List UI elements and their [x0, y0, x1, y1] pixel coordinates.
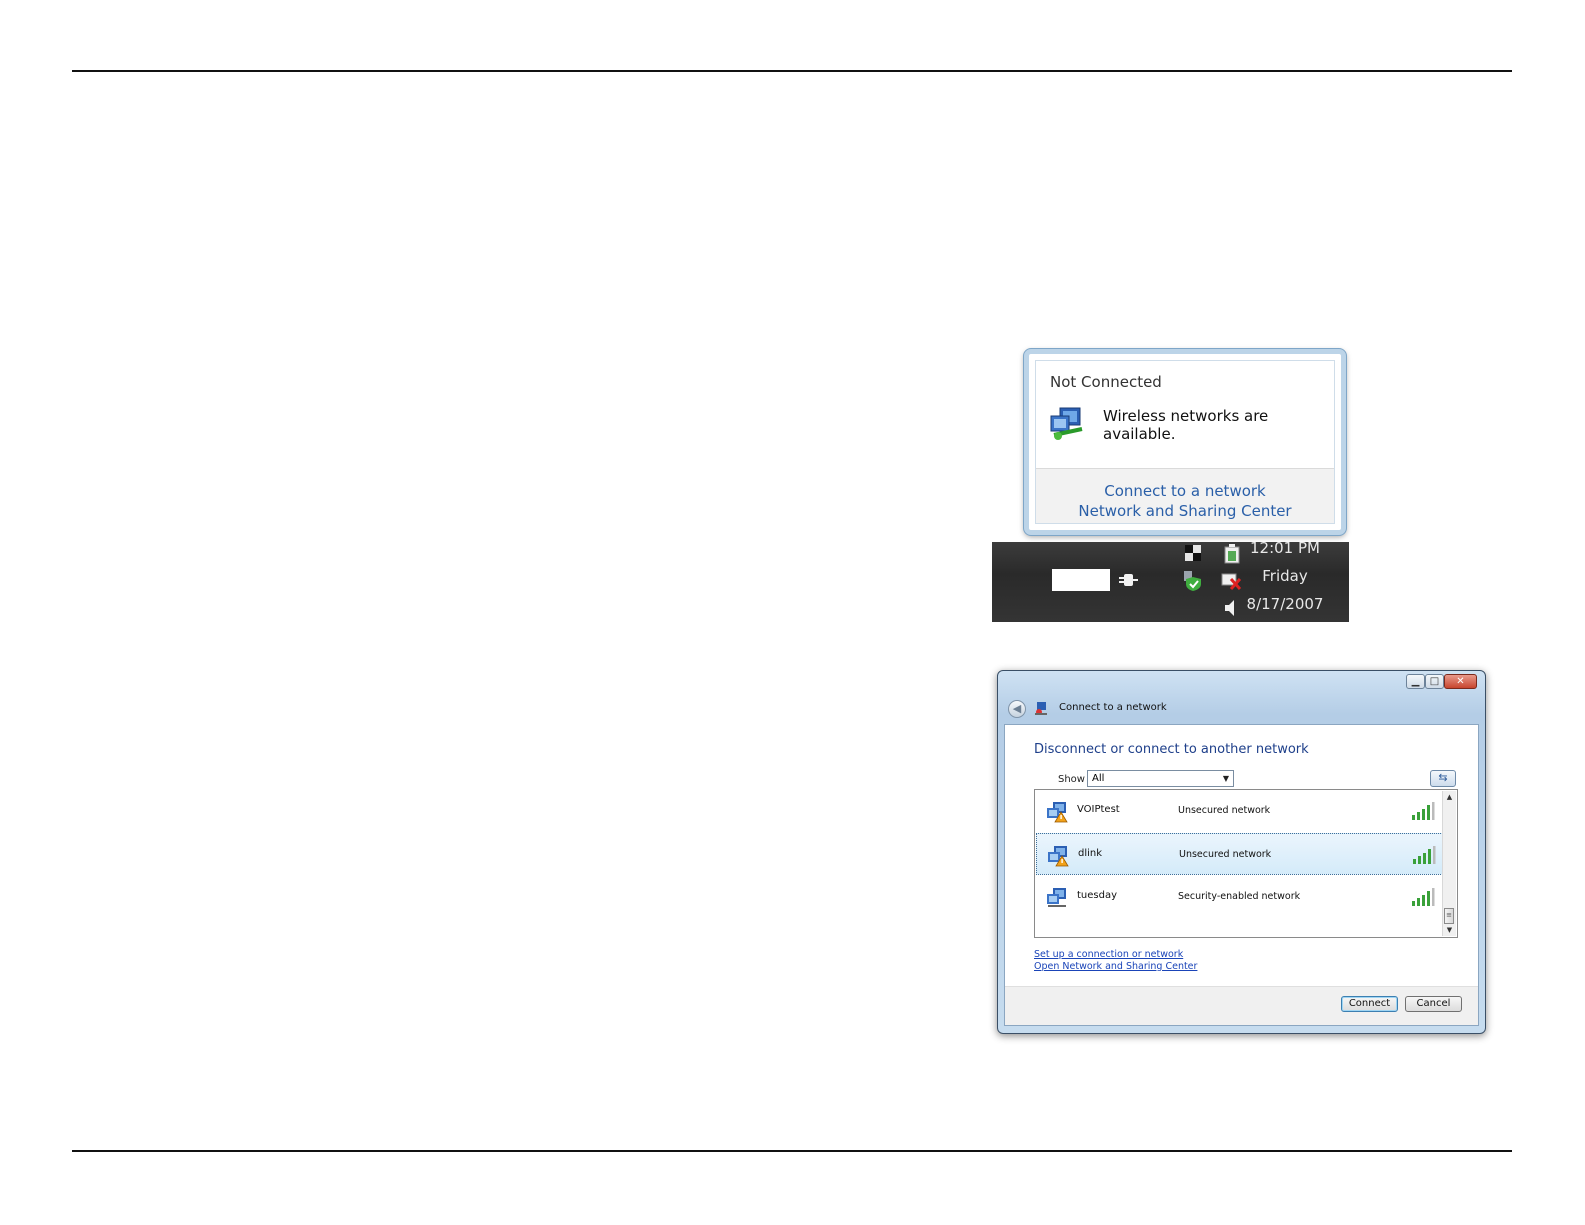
window-title: Connect to a network — [1059, 702, 1167, 713]
network-row-dlink[interactable]: dlink Unsecured network — [1036, 833, 1443, 875]
connect-to-network-link[interactable]: Connect to a network — [1036, 481, 1334, 501]
network-name: dlink — [1078, 848, 1103, 859]
network-row-voiptest[interactable]: VOIPtest Unsecured network — [1036, 790, 1443, 832]
network-notification-balloon: Not Connected Wireless networks are avai… — [1024, 349, 1346, 535]
unsecured-network-icon — [1047, 802, 1068, 823]
cancel-button[interactable]: Cancel — [1405, 996, 1462, 1012]
network-row-tuesday[interactable]: tuesday Security-enabled network — [1036, 876, 1443, 918]
network-list: VOIPtest Unsecured network dlink Unsecur… — [1034, 789, 1458, 938]
connect-to-network-window: ▁ □ ✕ ◀ Connect to a network Disconnect … — [997, 670, 1486, 1034]
connect-button[interactable]: Connect — [1341, 996, 1398, 1012]
taskbar-tray: 12:01 PM Friday 8/17/2007 — [992, 539, 1349, 622]
close-button[interactable]: ✕ — [1444, 674, 1477, 689]
top-rule — [72, 70, 1512, 72]
secured-network-icon — [1047, 888, 1066, 907]
back-arrow-icon[interactable]: ◀ — [1008, 700, 1026, 718]
network-sharing-center-link[interactable]: Network and Sharing Center — [1036, 501, 1334, 521]
power-plug-icon[interactable] — [1117, 569, 1139, 591]
security-shield-icon[interactable] — [1182, 570, 1204, 592]
network-security: Security-enabled network — [1178, 891, 1301, 902]
connect-network-icon — [1035, 702, 1047, 715]
network-name: VOIPtest — [1077, 804, 1120, 815]
tray-date[interactable]: 8/17/2007 — [1230, 595, 1340, 613]
balloon-content: Not Connected Wireless networks are avai… — [1035, 360, 1335, 524]
balloon-message: Wireless networks are available. — [1103, 407, 1269, 443]
unsecured-network-icon — [1048, 846, 1069, 867]
signal-strength-icon — [1412, 888, 1435, 906]
open-sharing-center-link[interactable]: Open Network and Sharing Center — [1034, 961, 1197, 972]
taskbar-hidden-region — [1052, 569, 1110, 591]
window-body: Disconnect or connect to another network… — [1004, 724, 1479, 1026]
network-list-scrollbar[interactable]: ▲ ≡ ▼ — [1442, 791, 1456, 936]
signal-strength-icon — [1412, 802, 1435, 820]
scroll-down-icon[interactable]: ▼ — [1443, 924, 1456, 936]
network-icon[interactable] — [1182, 542, 1204, 564]
minimize-button[interactable]: ▁ — [1406, 674, 1425, 689]
show-filter-dropdown[interactable]: All ▼ — [1087, 770, 1234, 787]
refresh-icon[interactable]: ⇆ — [1430, 770, 1456, 787]
tray-time[interactable]: 12:01 PM — [1230, 539, 1340, 557]
tray-day[interactable]: Friday — [1230, 567, 1340, 585]
network-security: Unsecured network — [1179, 849, 1272, 860]
scroll-up-icon[interactable]: ▲ — [1443, 791, 1456, 803]
balloon-title: Not Connected — [1050, 373, 1162, 391]
maximize-button[interactable]: □ — [1425, 674, 1444, 689]
balloon-links: Connect to a network Network and Sharing… — [1036, 468, 1334, 523]
window-footer: Connect Cancel — [1005, 986, 1478, 1025]
show-filter-value: All — [1092, 773, 1105, 784]
network-security: Unsecured network — [1178, 805, 1271, 816]
network-warning-icon — [1050, 407, 1083, 440]
setup-connection-link[interactable]: Set up a connection or network — [1034, 949, 1183, 960]
page-heading: Disconnect or connect to another network — [1034, 742, 1309, 757]
chevron-down-icon: ▼ — [1222, 774, 1229, 783]
signal-strength-icon — [1413, 846, 1436, 864]
show-label: Show — [1058, 774, 1085, 785]
bottom-rule — [72, 1150, 1512, 1152]
network-name: tuesday — [1077, 890, 1118, 901]
scroll-thumb[interactable]: ≡ — [1444, 908, 1454, 924]
